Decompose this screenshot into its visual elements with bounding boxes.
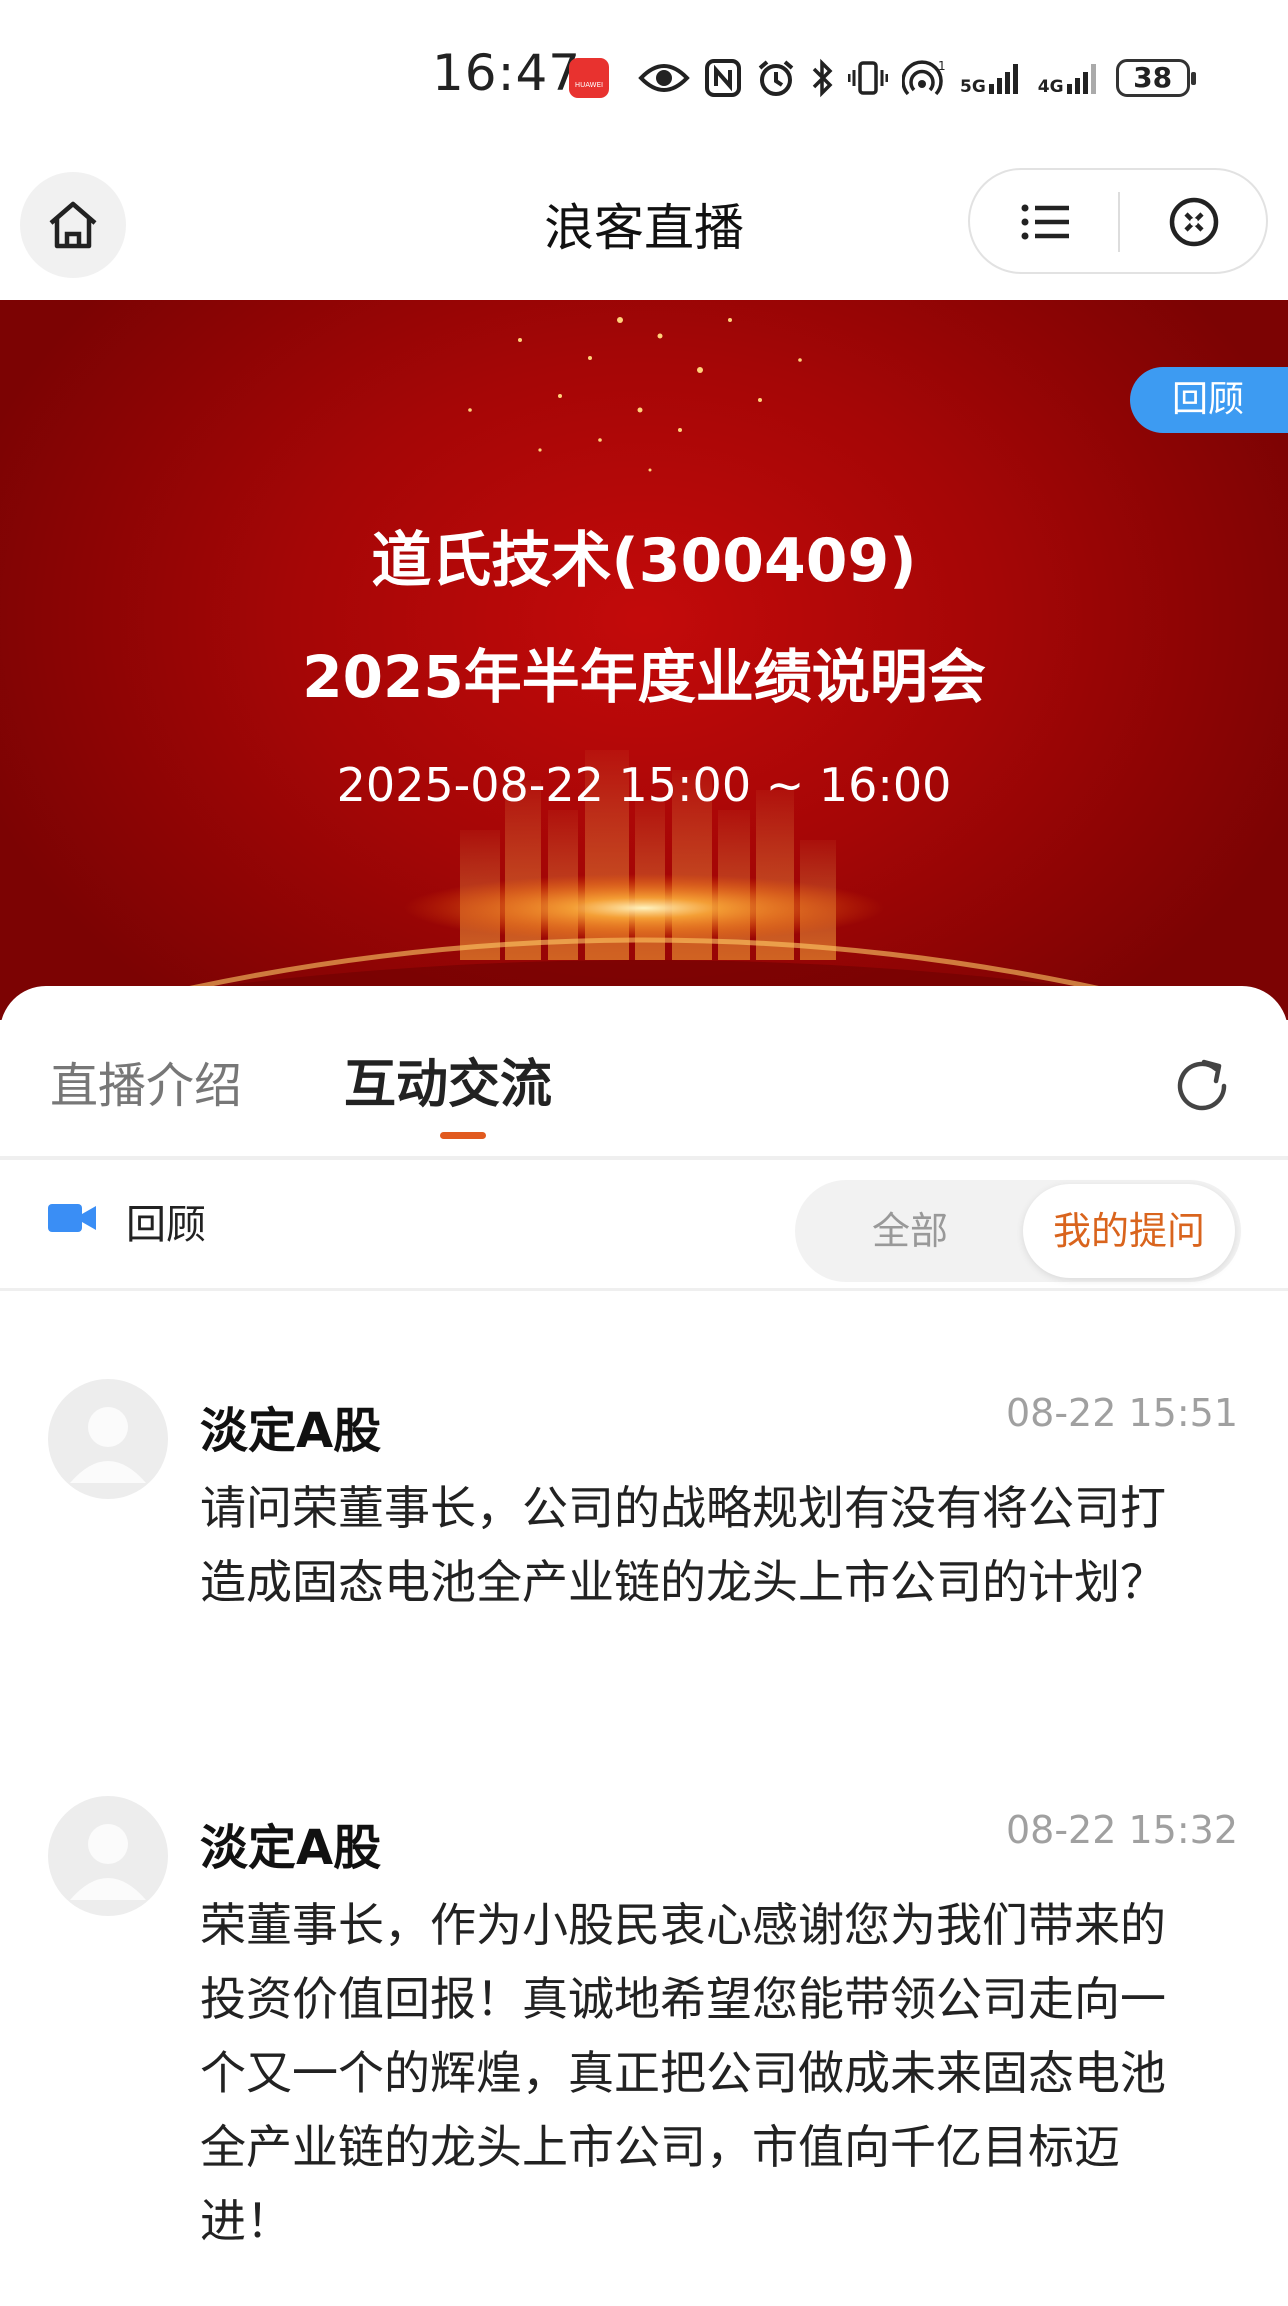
default-avatar-icon — [70, 1407, 146, 1483]
replay-badge: 回顾 — [1130, 367, 1288, 433]
huawei-app-icon: HUAWEI — [569, 58, 609, 98]
filter-all[interactable]: 全部 — [795, 1180, 1025, 1282]
question-item: 淡定A股 08-22 15:51 请问荣董事长，公司的战略规划有没有将公司打造成… — [0, 1379, 1288, 1709]
close-button[interactable] — [1154, 194, 1234, 250]
event-banner[interactable]: 回顾 道氏技术(300409) 2025年半年度业绩说明会 2025-08-22… — [0, 300, 1288, 1020]
battery-icon: 38 — [1115, 59, 1196, 97]
close-icon — [1169, 197, 1219, 247]
nav-bar: 浪客直播 — [0, 160, 1288, 300]
post-time: 08-22 15:32 — [1005, 1808, 1238, 1852]
active-tab-indicator — [440, 1132, 486, 1139]
network-4g: 4G — [1038, 60, 1102, 96]
replay-filter-row: 回顾 全部 我的提问 — [0, 1160, 1288, 1282]
eye-icon — [638, 64, 690, 92]
avatar — [48, 1379, 168, 1499]
post-time: 08-22 15:51 — [1005, 1391, 1238, 1435]
banner-company: 道氏技术(300409) — [371, 526, 917, 596]
replay-button[interactable] — [48, 1200, 98, 1240]
menu-icon — [1021, 204, 1069, 240]
avatar — [48, 1796, 168, 1916]
tab-interaction[interactable]: 互动交流 — [344, 1042, 552, 1117]
bluetooth-icon — [812, 58, 833, 98]
signal-icon — [1066, 64, 1096, 94]
capsule-divider — [1118, 192, 1120, 252]
content-panel: 直播介绍 互动交流 回顾 全部 我的提问 淡定A股 08-22 15:51 请问… — [0, 986, 1288, 2306]
alarm-icon — [758, 60, 794, 96]
status-icons: 1 5G 4G 38 — [638, 54, 1196, 102]
mini-program-capsule — [968, 168, 1268, 274]
refresh-icon — [1177, 1059, 1227, 1111]
replay-label[interactable]: 回顾 — [126, 1192, 206, 1250]
network-5g: 5G — [960, 60, 1024, 96]
username: 淡定A股 — [200, 1403, 382, 1459]
question-text: 荣董事长，作为小股民衷心感谢您为我们带来的投资价值回报！真诚地希望您能带领公司走… — [200, 1898, 1166, 2248]
video-camera-icon — [48, 1204, 96, 1232]
banner-event-title: 2025年半年度业绩说明会 — [302, 643, 986, 711]
banner-date: 2025-08-22 15:00 ~ 16:00 — [336, 758, 952, 812]
filter-my-questions[interactable]: 我的提问 — [1023, 1184, 1235, 1278]
username: 淡定A股 — [200, 1820, 382, 1876]
menu-button[interactable] — [1006, 194, 1086, 250]
question-text: 请问荣董事长，公司的战略规划有没有将公司打造成固态电池全产业链的龙头上市公司的计… — [200, 1481, 1166, 1609]
nfc-icon — [705, 59, 741, 97]
tab-intro[interactable]: 直播介绍 — [50, 1046, 242, 1116]
signal-icon — [988, 64, 1018, 94]
clock: 16:47 — [432, 44, 582, 102]
question-filter: 全部 我的提问 — [795, 1180, 1241, 1282]
vibrate-icon — [848, 61, 888, 95]
svg-text:1: 1 — [938, 59, 946, 73]
status-bar: 16:47 HUAWEI 1 5G 4G 38 — [0, 0, 1288, 150]
hotspot-icon: 1 — [902, 59, 946, 96]
refresh-button[interactable] — [1168, 1052, 1236, 1120]
section-divider — [0, 1288, 1288, 1291]
question-item: 淡定A股 08-22 15:32 荣董事长，作为小股民衷心感谢您为我们带来的投资… — [0, 1796, 1288, 2248]
default-avatar-icon — [70, 1824, 146, 1900]
